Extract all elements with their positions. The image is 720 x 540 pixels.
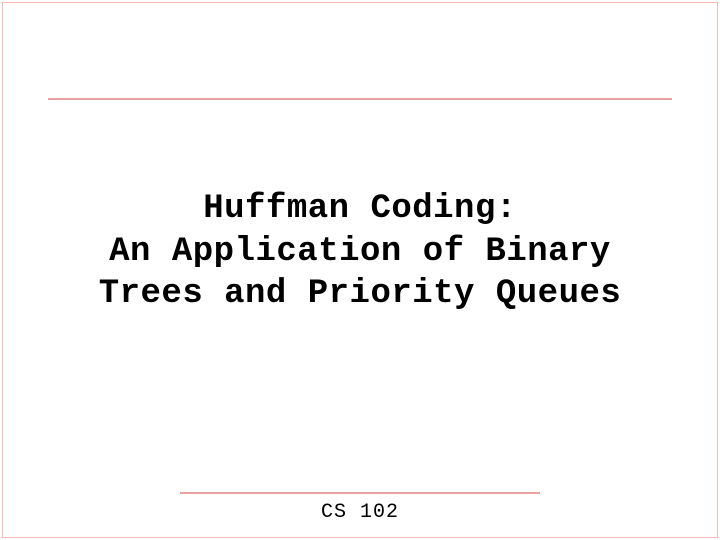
title-line-3: Trees and Priority Queues bbox=[0, 273, 720, 316]
title-line-1: Huffman Coding: bbox=[0, 188, 720, 231]
slide-footer: CS 102 bbox=[0, 501, 720, 524]
top-horizontal-rule bbox=[48, 98, 672, 100]
slide-title: Huffman Coding: An Application of Binary… bbox=[0, 188, 720, 316]
title-line-2: An Application of Binary bbox=[0, 231, 720, 274]
bottom-horizontal-rule bbox=[180, 492, 540, 494]
